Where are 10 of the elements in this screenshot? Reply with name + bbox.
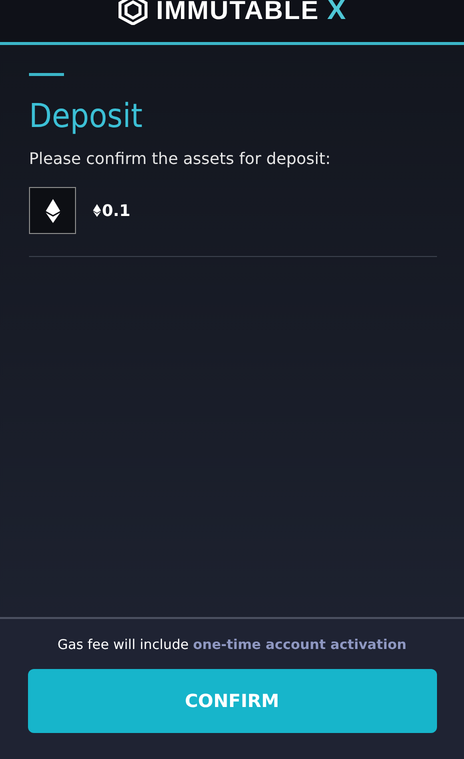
fee-note: Gas fee will include	[58, 637, 189, 653]
page-title: Deposit	[29, 96, 144, 135]
token-icon	[29, 187, 76, 234]
logo-text: IMMUTABLE	[156, 0, 320, 26]
logo-mark: X	[327, 0, 346, 26]
asset-amount: 0.1	[102, 201, 130, 220]
logo-icon	[118, 0, 148, 25]
subtitle: Please confirm the assets for deposit:	[29, 149, 332, 168]
activation-link[interactable]: one-time account activation	[193, 637, 406, 653]
eth-icon	[93, 204, 101, 217]
